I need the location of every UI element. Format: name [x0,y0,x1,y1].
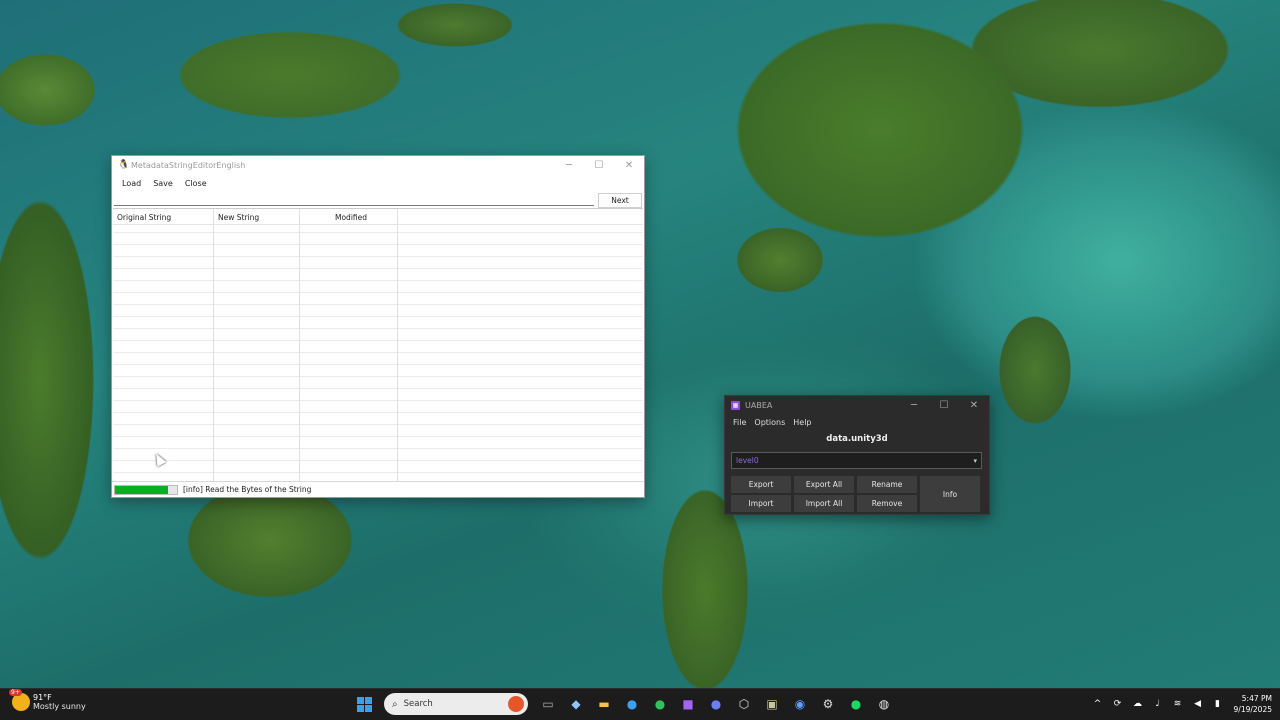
column-original-string[interactable]: Original String [113,209,214,224]
clock-date: 9/19/2025 [1233,705,1272,714]
chevron-down-icon: ▾ [973,456,977,465]
file-select-dropdown[interactable]: level0 ▾ [731,452,982,469]
steam-icon[interactable]: ⚙ [817,693,839,715]
rename-button[interactable]: Rename [857,476,917,493]
windows-start-icon[interactable] [353,693,375,715]
export-all-button[interactable]: Export All [794,476,854,493]
column-modified[interactable]: Modified [300,209,398,224]
selected-file: level0 [736,456,759,465]
search-input[interactable] [114,194,594,206]
bundle-file-name: data.unity3d [826,434,888,444]
chevron-up-icon[interactable]: ^ [1090,696,1106,712]
penguin-app-icon: 🐧 [118,160,130,170]
copilot-icon[interactable]: ◆ [565,693,587,715]
clock-time: 5:47 PM [1241,694,1272,703]
window-title: MetadataStringEditorEnglish [131,160,246,170]
unity-icon[interactable]: ⬡ [733,693,755,715]
status-text: [info] Read the Bytes of the String [183,485,312,494]
discord-icon[interactable]: ● [705,693,727,715]
taskbar-apps: ⌕ Search ▭ ◆ ▬ ● ● ■ ● ⬡ ▣ ◉ ⚙ ● ◍ [350,693,898,715]
info-button[interactable]: Info [920,476,980,512]
menu-close[interactable]: Close [179,179,213,188]
uabea-app-icon: ▦ [731,400,740,410]
string-table[interactable]: Original String New String Modified [113,208,643,481]
weather-condition: Mostly sunny [33,702,86,711]
next-button[interactable]: Next [598,192,642,208]
onedrive-icon[interactable]: ☁ [1130,696,1146,712]
weather-widget[interactable]: 9+ 91°F Mostly sunny [9,689,86,711]
progress-fill [115,485,168,494]
maximize-icon[interactable]: ☐ [584,156,614,174]
search-highlight-icon [508,696,524,712]
close-icon[interactable]: ✕ [959,396,989,414]
folder-icon[interactable]: ▬ [593,693,615,715]
wifi-icon[interactable]: ≋ [1170,696,1186,712]
maximize-icon[interactable]: ☐ [929,396,959,414]
messenger-icon[interactable]: ● [649,693,671,715]
table-body [113,225,643,481]
search-label: Search [403,699,433,709]
app-icon[interactable]: ◉ [789,693,811,715]
uabea-window: ▦ UABEA ─ ☐ ✕ File Options Help data.uni… [724,395,990,515]
sync-icon[interactable]: ⟳ [1110,696,1126,712]
import-button[interactable]: Import [731,495,791,512]
volume-icon[interactable]: ◀ [1190,696,1206,712]
battery-icon[interactable]: ▮ [1210,696,1226,712]
clock[interactable]: 5:47 PM 9/19/2025 [1234,693,1272,715]
action-buttons: Export Export All Rename Info Import Imp… [731,476,980,512]
metadata-editor-window: 🐧 MetadataStringEditorEnglish ─ ☐ ✕ Load… [111,155,645,498]
remove-button[interactable]: Remove [857,495,917,512]
edge-icon[interactable]: ● [621,693,643,715]
microphone-icon[interactable]: ♩ [1150,696,1166,712]
search-row: Next [112,192,644,208]
import-all-button[interactable]: Import All [794,495,854,512]
uabea-title-bar[interactable]: ▦ UABEA ─ ☐ ✕ [725,396,989,414]
minimize-icon[interactable]: ─ [899,396,929,414]
status-bar: [info] Read the Bytes of the String [112,481,644,497]
table-header: Original String New String Modified [113,209,643,225]
menu-file[interactable]: File [729,418,750,427]
spotify-icon[interactable]: ● [845,693,867,715]
taskbar: 9+ 91°F Mostly sunny ⌕ Search ▭ ◆ ▬ ● ● … [0,688,1280,720]
image-viewer-icon[interactable]: ▣ [761,693,783,715]
menu-help[interactable]: Help [789,418,815,427]
menu-bar: Load Save Close [112,174,644,192]
search-icon: ⌕ [392,698,398,710]
menu-options[interactable]: Options [750,418,789,427]
menu-save[interactable]: Save [147,179,179,188]
notification-badge: 9+ [9,689,22,696]
chrome-icon[interactable]: ◍ [873,693,895,715]
file-manager-icon[interactable]: ▭ [537,693,559,715]
uabea-menu-bar: File Options Help [725,414,989,430]
progress-bar [114,484,178,495]
minimize-icon[interactable]: ─ [554,156,584,174]
visual-studio-icon[interactable]: ■ [677,693,699,715]
sun-icon: 9+ [9,689,30,711]
system-tray: ^ ⟳ ☁ ♩ ≋ ◀ ▮ 5:47 PM 9/19/2025 [1088,693,1272,715]
column-new-string[interactable]: New String [214,209,300,224]
menu-load[interactable]: Load [116,179,147,188]
weather-temp: 91°F [33,693,52,702]
taskbar-search[interactable]: ⌕ Search [384,693,528,715]
export-button[interactable]: Export [731,476,791,493]
title-bar[interactable]: 🐧 MetadataStringEditorEnglish ─ ☐ ✕ [112,156,644,174]
uabea-window-title: UABEA [745,400,773,410]
close-icon[interactable]: ✕ [614,156,644,174]
